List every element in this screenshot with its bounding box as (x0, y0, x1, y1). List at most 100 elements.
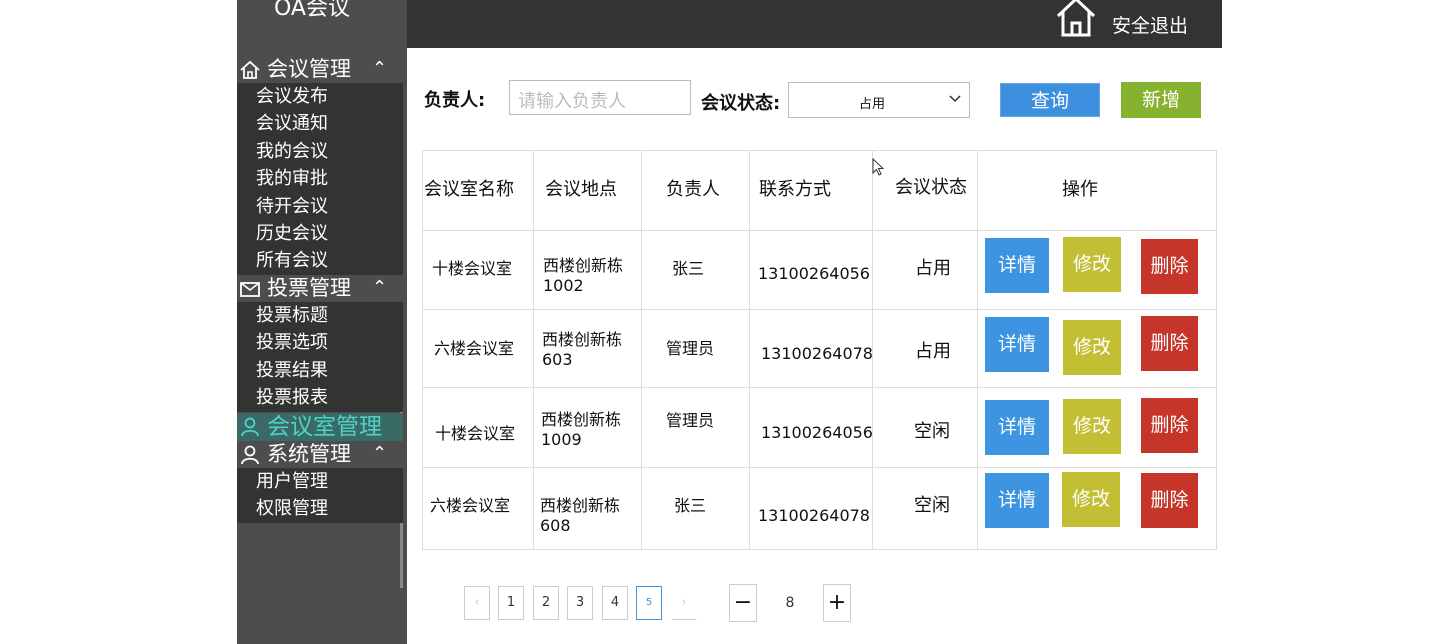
chevron-up-icon: ⌃ (372, 443, 388, 464)
sidebar-group-vote[interactable]: 投票管理 ⌃ (237, 275, 403, 302)
query-button[interactable]: 查询 (1000, 83, 1100, 117)
edit-button[interactable]: 修改 (1062, 472, 1120, 527)
edit-button[interactable]: 修改 (1063, 399, 1121, 454)
location-room: 1002 (543, 276, 584, 295)
home-outline-icon (240, 60, 260, 79)
sidebar-item-vote-title[interactable]: 投票标题 (237, 302, 403, 329)
table-row-owner: 管理员 (666, 339, 715, 358)
sidebar-item-all-meetings[interactable]: 所有会议 (237, 247, 403, 274)
table-row-room-name: 十楼会议室 (435, 424, 516, 443)
edit-button[interactable]: 修改 (1063, 320, 1121, 375)
chevron-up-icon: ⌃ (372, 277, 388, 298)
pagination-prev-button[interactable]: ‹ (464, 586, 490, 620)
table-row-room-name: 六楼会议室 (430, 496, 511, 515)
column-divider (533, 151, 534, 549)
pagination-next-button[interactable]: › (671, 586, 697, 620)
home-icon[interactable] (1054, 0, 1098, 38)
pagination-page-1[interactable]: 1 (498, 586, 524, 620)
sidebar-item-upcoming[interactable]: 待开会议 (237, 193, 403, 220)
chevron-down-icon (949, 91, 961, 107)
user-icon (241, 445, 259, 465)
row-divider (423, 230, 1216, 231)
owner-input[interactable]: 请输入负责人 (509, 80, 691, 115)
table-row-phone: 13100264078 (758, 506, 870, 525)
column-header-status: 会议状态 (895, 177, 967, 198)
column-header-actions: 操作 (1062, 179, 1098, 200)
column-divider (977, 151, 978, 549)
status-select[interactable]: 占用 (788, 82, 970, 118)
table-row-owner: 管理员 (666, 411, 715, 430)
row-divider (423, 387, 1216, 388)
sidebar-item-history[interactable]: 历史会议 (237, 220, 403, 247)
location-building: 西楼创新栋 (541, 410, 622, 429)
sidebar-item-vote-results[interactable]: 投票结果 (237, 357, 403, 384)
sidebar-group-system[interactable]: 系统管理 ⌃ (237, 441, 403, 468)
table-row-location: 西楼创新栋 603 (542, 330, 622, 370)
detail-button[interactable]: 详情 (985, 473, 1049, 528)
sidebar-group-label: 会议管理 (267, 57, 351, 81)
table-row-location: 西楼创新栋 1002 (543, 256, 623, 296)
detail-button[interactable]: 详情 (985, 317, 1049, 372)
owner-input-placeholder: 请输入负责人 (518, 91, 626, 112)
sidebar-item-my-approvals[interactable]: 我的审批 (237, 165, 403, 192)
chevron-up-icon: ⌃ (372, 58, 388, 79)
app-title: OA会议 (274, 0, 350, 21)
logout-link[interactable]: 安全退出 (1112, 11, 1188, 38)
table-row-owner: 张三 (672, 259, 705, 278)
menu-vote: 投票标题 投票选项 投票结果 投票报表 (237, 302, 403, 412)
sidebar-group-room[interactable]: 会议室管理 (237, 413, 403, 441)
sidebar-item-vote-options[interactable]: 投票选项 (237, 329, 403, 356)
pagination-page-2[interactable]: 2 (533, 586, 559, 620)
location-building: 西楼创新栋 (540, 496, 621, 515)
detail-button[interactable]: 详情 (985, 400, 1049, 455)
column-header-contact: 联系方式 (759, 179, 831, 200)
table-row-location: 西楼创新栋 1009 (541, 410, 621, 450)
sidebar-item-meeting-notice[interactable]: 会议通知 (237, 110, 403, 137)
table-row-status: 空闲 (914, 495, 950, 516)
menu-system: 用户管理 权限管理 (237, 468, 403, 523)
column-divider (641, 151, 642, 549)
pagination-page-4[interactable]: 4 (602, 586, 628, 620)
page-size-increment-button[interactable]: + (823, 584, 851, 622)
location-room: 1009 (541, 430, 582, 449)
location-room: 603 (542, 350, 573, 369)
table-row-location: 西楼创新栋 608 (540, 496, 620, 536)
mouse-cursor-icon (872, 158, 885, 176)
sidebar-group-meeting[interactable]: 会议管理 ⌃ (237, 56, 403, 83)
owner-label: 负责人: (424, 90, 486, 111)
page-size-value[interactable]: 8 (780, 595, 800, 611)
column-header-owner: 负责人 (666, 179, 720, 200)
column-divider (749, 151, 750, 549)
sidebar-item-meeting-publish[interactable]: 会议发布 (237, 83, 403, 110)
delete-button[interactable]: 删除 (1141, 316, 1198, 371)
delete-button[interactable]: 删除 (1141, 398, 1198, 453)
sidebar-item-my-meetings[interactable]: 我的会议 (237, 138, 403, 165)
page-size-decrement-button[interactable]: − (729, 584, 757, 622)
pagination-page-3[interactable]: 3 (567, 586, 593, 620)
user-icon (241, 417, 259, 437)
table-row-status: 占用 (915, 258, 951, 279)
location-building: 西楼创新栋 (543, 256, 624, 275)
envelope-icon (240, 282, 260, 297)
sidebar-item-vote-report[interactable]: 投票报表 (237, 384, 403, 411)
add-button[interactable]: 新增 (1121, 82, 1201, 118)
status-label: 会议状态: (701, 93, 781, 114)
detail-button[interactable]: 详情 (985, 238, 1049, 293)
delete-button[interactable]: 删除 (1141, 473, 1198, 528)
table-row-room-name: 六楼会议室 (434, 339, 515, 358)
pagination-page-5-current[interactable]: 5 (636, 586, 662, 620)
sidebar-group-label: 系统管理 (267, 442, 351, 466)
location-building: 西楼创新栋 (542, 330, 623, 349)
table-row-owner: 张三 (674, 496, 707, 515)
table-row-phone: 13100264056 (761, 423, 873, 442)
edit-button[interactable]: 修改 (1063, 237, 1121, 292)
table-row-status: 占用 (915, 341, 951, 362)
table-row-phone: 13100264056 (758, 264, 870, 283)
delete-button[interactable]: 删除 (1141, 239, 1198, 294)
menu-meeting: 会议发布 会议通知 我的会议 我的审批 待开会议 历史会议 所有会议 (237, 83, 403, 275)
sidebar-item-user-management[interactable]: 用户管理 (237, 468, 403, 495)
sidebar-item-permission-management[interactable]: 权限管理 (237, 495, 403, 522)
table-row-room-name: 十楼会议室 (432, 259, 513, 278)
location-room: 608 (540, 516, 571, 535)
column-header-room-name: 会议室名称 (424, 179, 514, 200)
